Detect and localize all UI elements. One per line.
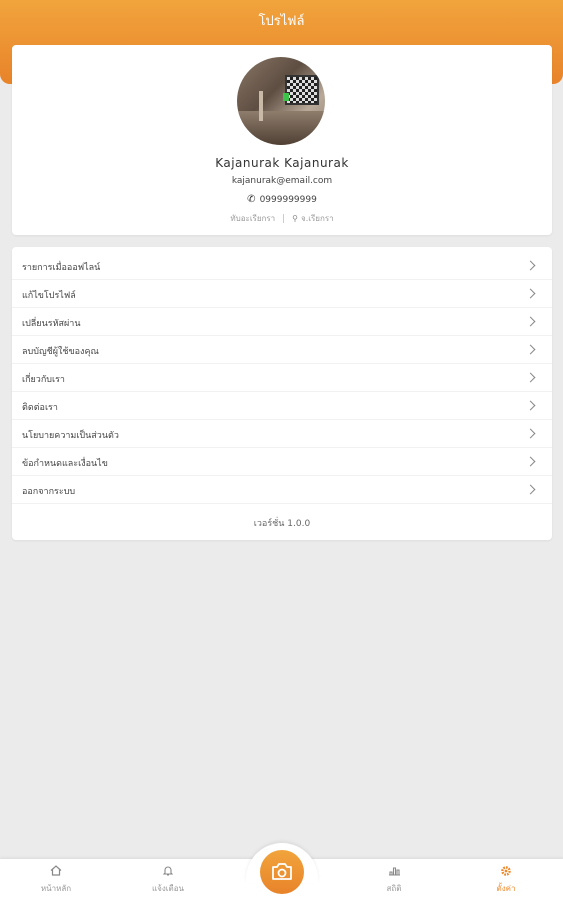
menu-item-terms[interactable]: ข้อกำหนดและเงื่อนไข <box>12 448 552 476</box>
home-icon <box>0 865 112 876</box>
nav-label: ตั้งค่า <box>496 884 516 893</box>
app-version: เวอร์ชั่น 1.0.0 <box>253 519 311 529</box>
nav-item-settings[interactable]: ตั้งค่า <box>450 859 562 900</box>
menu-item-label: เปลี่ยนรหัสผ่าน <box>22 319 81 329</box>
profile-card: Kajanurak Kajanurak kajanurak@email.com … <box>12 45 552 235</box>
menu-item-label: รายการเมื่อออฟไลน์ <box>22 263 101 273</box>
menu-item-label: นโยบายความเป็นส่วนตัว <box>22 431 119 441</box>
settings-menu: รายการเมื่อออฟไลน์ แก้ไขโปรไฟล์ เปลี่ยนร… <box>12 247 552 540</box>
menu-item-contact-us[interactable]: ติดต่อเรา <box>12 392 552 420</box>
chevron-right-icon <box>525 316 536 327</box>
profile-name: Kajanurak Kajanurak <box>215 156 349 170</box>
profile-email: kajanurak@email.com <box>231 176 333 186</box>
gear-icon <box>450 865 562 877</box>
chevron-right-icon <box>525 344 536 355</box>
menu-item-label: แก้ไขโปรไฟล์ <box>22 291 76 301</box>
menu-item-label: เกี่ยวกับเรา <box>22 375 65 385</box>
stats-icon <box>338 865 450 876</box>
menu-item-label: ลบบัญชีผู้ใช้ของคุณ <box>22 347 99 357</box>
nav-item-home[interactable]: หน้าหลัก <box>0 859 112 900</box>
chevron-right-icon <box>525 372 536 383</box>
camera-button[interactable] <box>260 850 304 894</box>
page-title: โปรไฟล์ <box>258 14 305 29</box>
menu-item-edit-profile[interactable]: แก้ไขโปรไฟล์ <box>12 280 552 308</box>
menu-item-label: ข้อกำหนดและเงื่อนไข <box>22 459 108 469</box>
nav-label: สถิติ <box>386 884 402 893</box>
chevron-right-icon <box>525 400 536 411</box>
menu-item-offline-list[interactable]: รายการเมื่อออฟไลน์ <box>12 252 552 280</box>
chevron-right-icon <box>525 288 536 299</box>
chevron-right-icon <box>525 428 536 439</box>
menu-item-logout[interactable]: ออกจากระบบ <box>12 476 552 504</box>
menu-item-delete-account[interactable]: ลบบัญชีผู้ใช้ของคุณ <box>12 336 552 364</box>
chevron-right-icon <box>525 260 536 271</box>
menu-item-privacy-policy[interactable]: นโยบายความเป็นส่วนตัว <box>12 420 552 448</box>
profile-province: จ.เรียกรา <box>301 214 334 223</box>
profile-phone: 0999999999 <box>259 195 317 205</box>
profile-district: ทับอะเรียกรา <box>230 214 276 223</box>
chevron-right-icon <box>525 484 536 495</box>
menu-item-label: ติดต่อเรา <box>22 403 58 413</box>
profile-phone-row: ✆ 0999999999 <box>12 194 552 205</box>
nav-item-stats[interactable]: สถิติ <box>338 859 450 900</box>
avatar <box>237 57 325 145</box>
camera-icon <box>272 863 292 880</box>
menu-item-label: ออกจากระบบ <box>22 487 76 497</box>
chevron-right-icon <box>525 456 536 467</box>
nav-label: หน้าหลัก <box>40 884 72 893</box>
profile-location: ทับอะเรียกรา ⚲ จ.เรียกรา <box>12 212 552 225</box>
phone-icon: ✆ <box>247 194 256 205</box>
bell-icon <box>112 865 224 876</box>
map-pin-icon: ⚲ <box>292 214 299 223</box>
menu-item-about-us[interactable]: เกี่ยวกับเรา <box>12 364 552 392</box>
nav-label: แจ้งเตือน <box>152 884 184 893</box>
nav-item-notifications[interactable]: แจ้งเตือน <box>112 859 224 900</box>
menu-item-change-password[interactable]: เปลี่ยนรหัสผ่าน <box>12 308 552 336</box>
